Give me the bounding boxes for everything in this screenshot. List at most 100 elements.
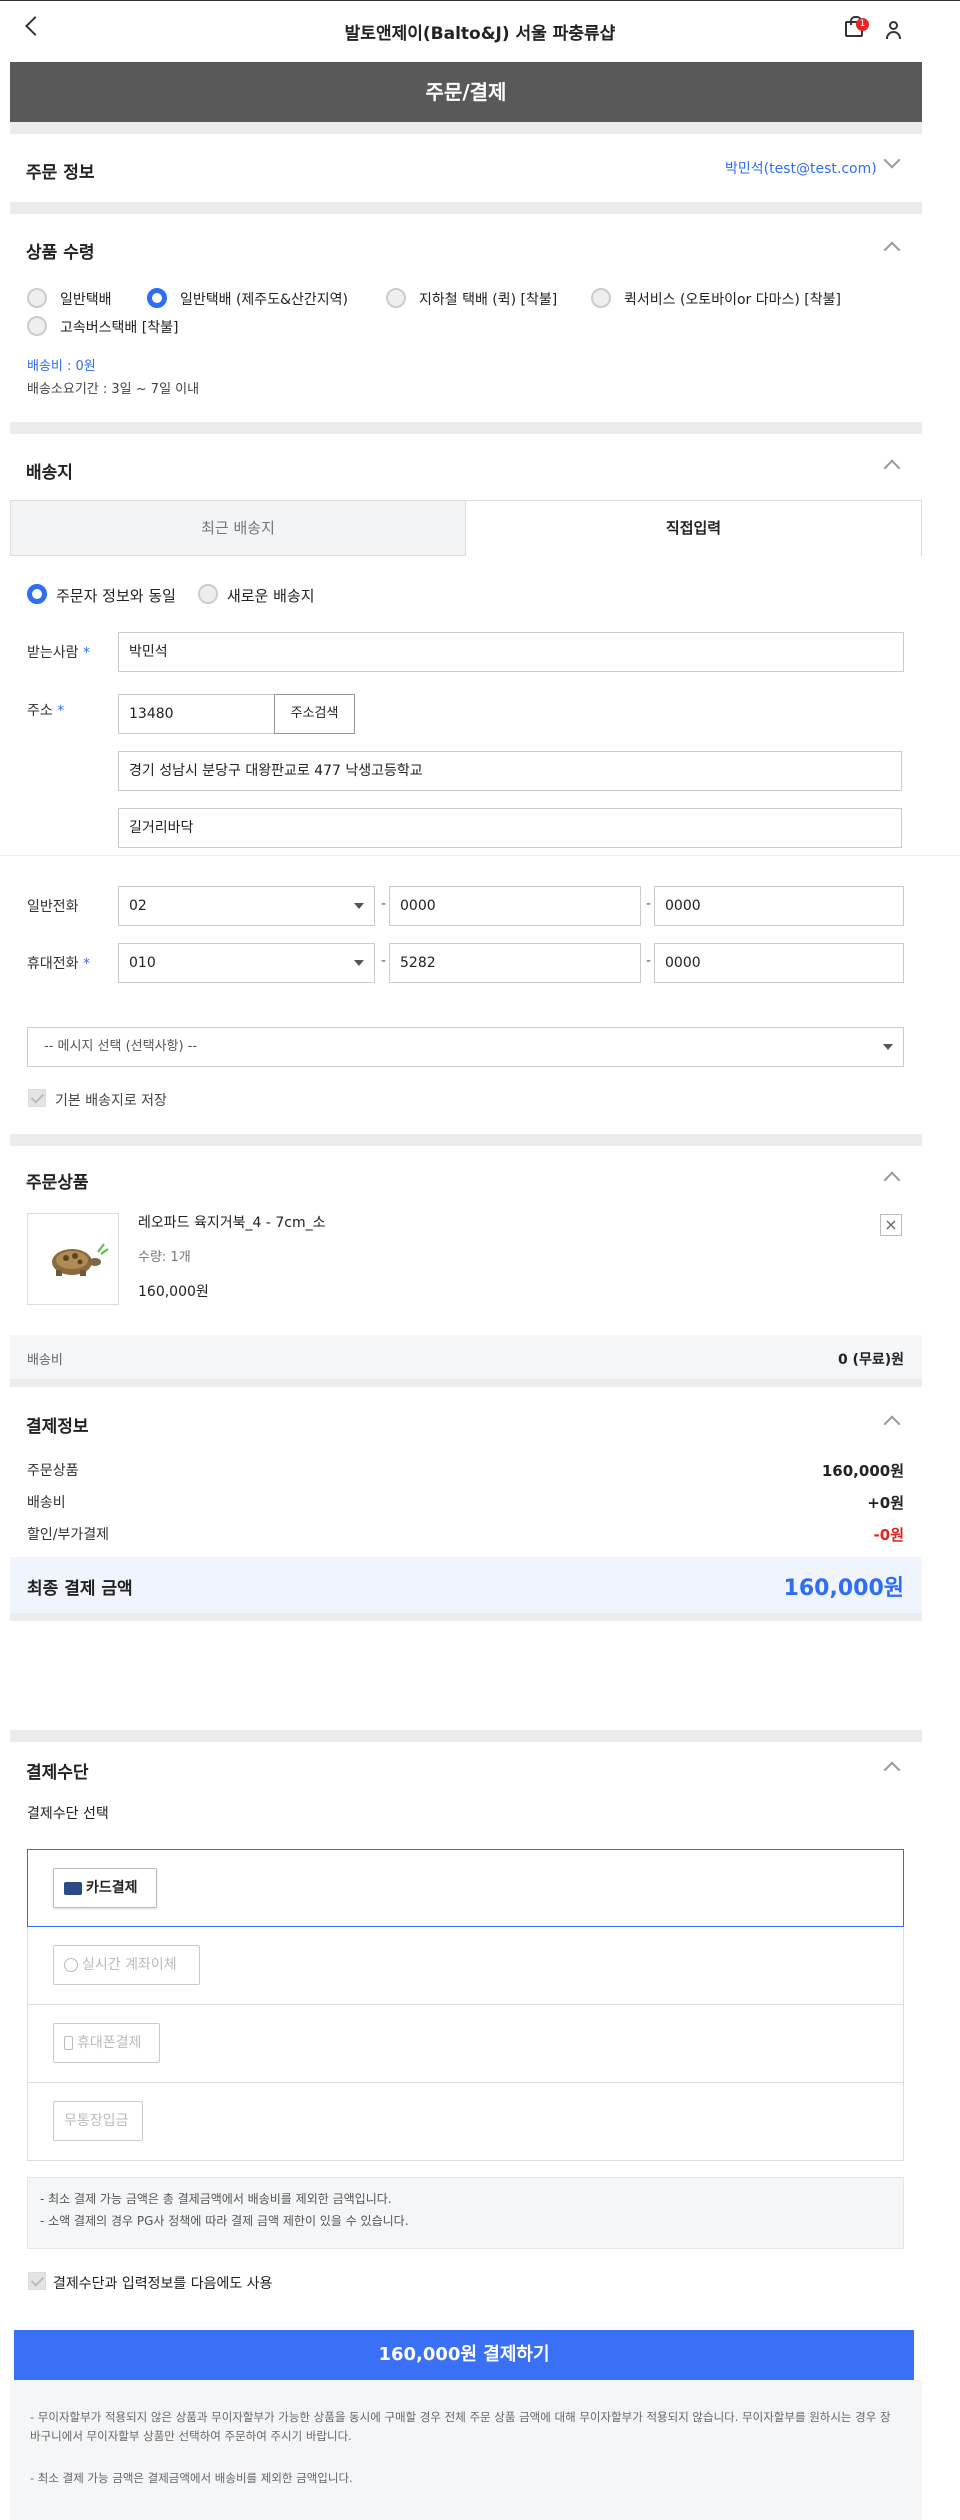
chevron-up-icon[interactable]: [883, 1761, 901, 1779]
save-default-checkbox[interactable]: [28, 1089, 46, 1107]
panel-break: [0, 855, 960, 867]
delivery-message-select[interactable]: -- 메시지 선택 (선택사항) --: [27, 1027, 904, 1067]
shipping-fee: 배송비 : 0원: [27, 359, 96, 374]
radio-delivery-quick[interactable]: [591, 288, 611, 308]
shipping-fee-row: [10, 1335, 922, 1379]
shipping-fee-value: 0 (무료)원: [837, 1352, 904, 1368]
shipping-title: 배송지: [26, 463, 73, 483]
footer-note-installment: - 무이자할부가 적용되지 않은 상품과 무이자할부가 가능한 상품을 동시에 …: [30, 2410, 891, 2443]
required-mark: *: [82, 956, 90, 972]
clock-icon: [64, 1958, 78, 1972]
orderer-info[interactable]: 박민석(test@test.com): [725, 158, 877, 178]
chevron-up-icon[interactable]: [883, 241, 901, 259]
radio-delivery-bus[interactable]: [27, 316, 47, 336]
radio-delivery-subway[interactable]: [386, 288, 406, 308]
order-items-title: 주문상품: [26, 1173, 89, 1193]
remove-item-icon[interactable]: ×: [880, 1214, 902, 1236]
delivery-method-title: 상품 수령: [26, 243, 95, 263]
pay-row-label: 할인/부가결제: [27, 1527, 109, 1543]
mobile-prefix-select[interactable]: 010: [118, 943, 375, 983]
delivery-option-label: 퀵서비스 (오토바이or 다마스) [착불]: [624, 292, 841, 308]
pay-row-value: 160,000원: [821, 1462, 904, 1480]
recipient-label-text: 받는사람: [27, 645, 79, 661]
chevron-up-icon[interactable]: [883, 1171, 901, 1189]
section-divider: [10, 422, 922, 434]
required-mark: *: [82, 645, 90, 661]
address-label: 주소 *: [27, 700, 64, 720]
phone-last-input[interactable]: 0000: [654, 886, 904, 926]
payment-note-line: - 소액 결제의 경우 PG사 정책에 따라 결제 금액 제한이 있을 수 있습…: [40, 2214, 409, 2228]
delivery-option-label: 일반택배 (제주도&산간지역): [180, 292, 348, 308]
mobile-last-input[interactable]: 0000: [654, 943, 904, 983]
section-divider: [10, 1613, 922, 1621]
gap: [0, 2318, 960, 2328]
product-price: 160,000원: [138, 1284, 209, 1300]
order-info-title: 주문 정보: [26, 163, 95, 183]
mobile-mid-input[interactable]: 5282: [389, 943, 641, 983]
blank-gap: [0, 1630, 960, 1730]
radio-delivery-jeju[interactable]: [147, 288, 167, 308]
pay-row-value: +0원: [867, 1494, 904, 1512]
payment-notes: - 최소 결제 가능 금액은 총 결제금액에서 배송비를 제외한 금액입니다. …: [27, 2177, 904, 2249]
shop-title: 발토앤제이(Balto&J) 서울 파충류샵: [344, 24, 616, 44]
footer-note-minimum: - 최소 결제 가능 금액은 결제금액에서 배송비를 제외한 금액입니다.: [30, 2471, 353, 2485]
delivery-option-label: 고속버스택배 [착불]: [60, 320, 179, 336]
card-payment-label: 카드결제: [86, 1880, 138, 1896]
section-divider: [10, 122, 922, 134]
phone-dash: -: [646, 896, 652, 912]
total-value: 160,000원: [783, 1576, 904, 1601]
shipping-fee-label: 배송비: [27, 1353, 63, 1368]
section-divider: [10, 1730, 922, 1742]
address-search-button[interactable]: 주소검색: [274, 694, 355, 734]
chevron-up-icon[interactable]: [883, 459, 901, 477]
phone-label: 일반전화: [27, 899, 79, 915]
payment-deposit-row[interactable]: [27, 2083, 904, 2161]
total-label: 최종 결제 금액: [27, 1579, 133, 1599]
section-divider: [10, 1134, 922, 1146]
product-thumbnail[interactable]: [27, 1213, 119, 1305]
user-icon[interactable]: [886, 21, 901, 39]
mobile-label-text: 휴대전화: [27, 956, 79, 972]
card-payment-button[interactable]: 카드결제: [53, 1868, 157, 1908]
remember-payment-checkbox[interactable]: [28, 2272, 46, 2290]
section-divider: [10, 202, 922, 214]
phone-area-select[interactable]: 02: [118, 886, 375, 926]
phone-payment-label: 휴대폰결제: [77, 2035, 142, 2051]
payment-card-row[interactable]: [27, 1849, 904, 1927]
phone-icon: [64, 2036, 73, 2050]
save-default-label: 기본 배송지로 저장: [55, 1093, 167, 1109]
bank-deposit-button[interactable]: 무통장입금: [53, 2101, 143, 2141]
product-name[interactable]: 레오파드 육지거북_4 - 7cm_소: [138, 1212, 325, 1232]
chevron-down-icon[interactable]: [883, 151, 901, 169]
radio-same-as-orderer[interactable]: [27, 584, 47, 604]
delivery-option-label: 지하철 택배 (퀵) [착불]: [419, 292, 558, 308]
pay-button[interactable]: 160,000원 결제하기: [14, 2330, 914, 2380]
remember-payment-label: 결제수단과 입력정보를 다음에도 사용: [53, 2276, 273, 2292]
payment-info-title: 결제정보: [26, 1417, 89, 1437]
mobile-dash: -: [381, 953, 387, 969]
zipcode-input[interactable]: 13480: [118, 694, 275, 734]
payment-method-subtitle: 결제수단 선택: [27, 1806, 109, 1822]
address2-input[interactable]: 길거리바닥: [118, 808, 902, 848]
discount-value: -0원: [873, 1526, 904, 1544]
chevron-up-icon[interactable]: [883, 1415, 901, 1433]
phone-payment-button[interactable]: 휴대폰결제: [53, 2023, 160, 2063]
radio-new-address[interactable]: [198, 584, 218, 604]
top-bar: 발토앤제이(Balto&J) 서울 파충류샵 1: [0, 0, 960, 60]
phone-mid-input[interactable]: 0000: [389, 886, 641, 926]
address-label-text: 주소: [27, 703, 53, 719]
phone-dash: -: [381, 896, 387, 912]
addr-choice-label: 주문자 정보와 동일: [56, 587, 176, 605]
tab-direct-input[interactable]: 직접입력: [466, 500, 922, 556]
tab-recent-address[interactable]: 최근 배송지: [10, 500, 466, 556]
product-qty: 수량: 1개: [138, 1250, 191, 1265]
mobile-label: 휴대전화 *: [27, 953, 90, 973]
recipient-label: 받는사람 *: [27, 642, 90, 662]
bank-transfer-button[interactable]: 실시간 계좌이체: [53, 1945, 200, 1985]
recipient-input[interactable]: 박민석: [118, 632, 904, 672]
address1-input[interactable]: 경기 성남시 분당구 대왕판교로 477 낙생고등학교: [118, 751, 902, 791]
payment-method-title: 결제수단: [26, 1763, 89, 1783]
required-mark: *: [57, 703, 65, 719]
radio-delivery-general[interactable]: [27, 288, 47, 308]
delivery-period: 배송소요기간 : 3일 ~ 7일 이내: [27, 382, 200, 397]
